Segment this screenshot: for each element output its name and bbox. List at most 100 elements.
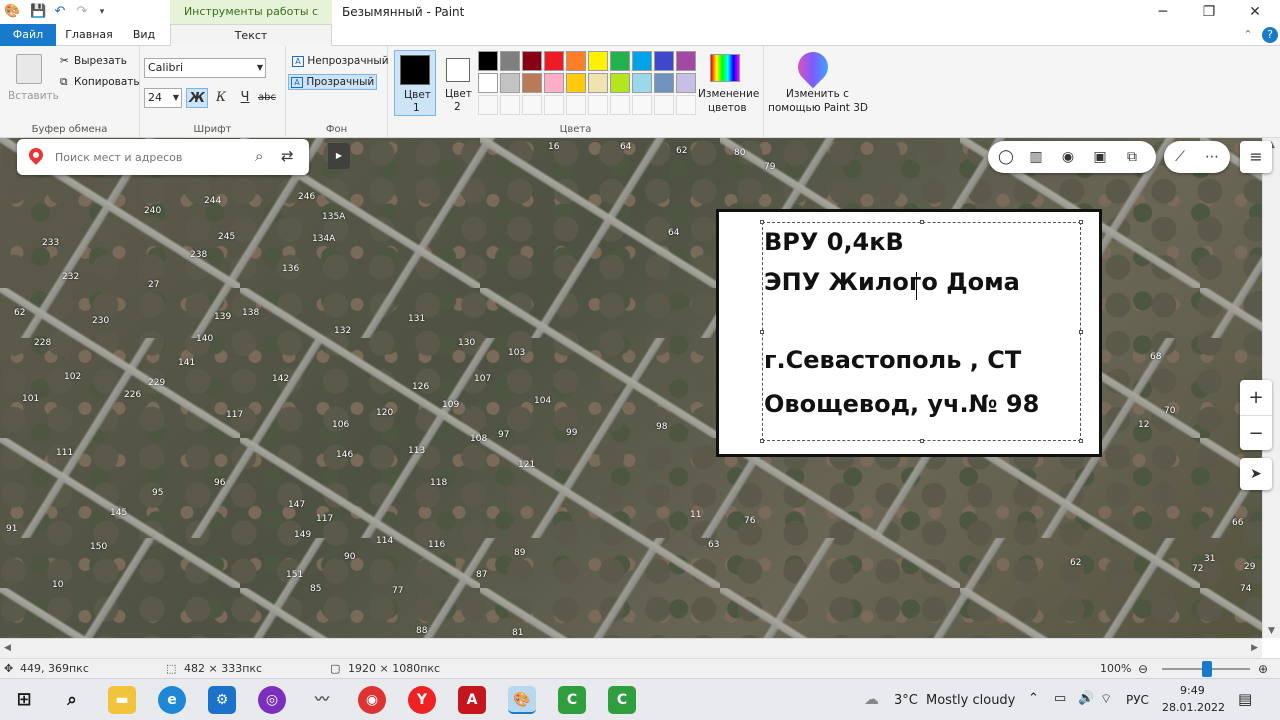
layer-switch-icon[interactable]: ⧉: [1122, 147, 1142, 167]
edge-browser-icon[interactable]: e: [158, 686, 186, 714]
zoom-in-icon[interactable]: +: [1240, 380, 1272, 415]
palette-custom-slot[interactable]: [566, 95, 586, 115]
palette-color-swatch[interactable]: [566, 51, 586, 71]
start-windows-icon[interactable]: ⊞: [10, 686, 38, 714]
label-line-1[interactable]: ВРУ 0,4кВ: [764, 228, 904, 256]
save-icon[interactable]: 💾: [30, 4, 46, 20]
language-indicator[interactable]: РУС: [1126, 693, 1149, 707]
resize-handle[interactable]: [760, 330, 764, 334]
redo-icon[interactable]: ↷: [74, 4, 90, 20]
help-icon[interactable]: ?: [1262, 27, 1278, 43]
palette-custom-slot[interactable]: [654, 95, 674, 115]
underline-button[interactable]: Ч: [234, 88, 256, 108]
strikethrough-button[interactable]: abc: [256, 88, 278, 108]
scroll-left-icon[interactable]: ◀: [4, 643, 11, 653]
network-wifi-icon[interactable]: ⌔: [1100, 691, 1112, 707]
paste-button[interactable]: Вставить: [8, 90, 59, 102]
label-line-2[interactable]: ЭПУ Жилого Дома: [764, 268, 1020, 296]
more-icon[interactable]: ⋯: [1202, 147, 1222, 167]
palette-color-swatch[interactable]: [566, 73, 586, 93]
paint-taskbar-icon[interactable]: 🎨: [508, 686, 536, 714]
palette-custom-slot[interactable]: [544, 95, 564, 115]
paint3d-line1[interactable]: Изменить с: [786, 88, 849, 100]
tab-file[interactable]: Файл: [0, 24, 56, 46]
settings-gear-icon[interactable]: ⚙: [208, 686, 236, 714]
copy-button[interactable]: Копировать: [74, 76, 140, 88]
map-book-icon[interactable]: ▥: [1026, 147, 1046, 167]
palette-custom-slot[interactable]: [610, 95, 630, 115]
edit-colors-line1[interactable]: Изменение: [698, 88, 759, 100]
font-size-select[interactable]: 24 ▼: [144, 88, 182, 108]
ruler-icon[interactable]: ⟋: [1170, 147, 1190, 167]
palette-custom-slot[interactable]: [522, 95, 542, 115]
tab-view[interactable]: Вид: [124, 24, 164, 46]
opaque-option[interactable]: A Непрозрачный: [290, 54, 391, 68]
weather-text[interactable]: Mostly cloudy: [926, 693, 1015, 708]
cut-icon[interactable]: ✂: [60, 55, 69, 67]
paint3d-icon[interactable]: [791, 45, 835, 89]
resize-handle[interactable]: [1079, 330, 1083, 334]
resize-handle[interactable]: [760, 220, 764, 224]
palette-custom-slot[interactable]: [588, 95, 608, 115]
palette-color-swatch[interactable]: [654, 51, 674, 71]
media-player-icon[interactable]: ◎: [258, 686, 286, 714]
palette-color-swatch[interactable]: [478, 51, 498, 71]
weather-temp[interactable]: 3°C: [894, 693, 918, 708]
notifications-icon[interactable]: ▤: [1238, 690, 1252, 708]
resize-handle[interactable]: [760, 439, 764, 443]
tray-overflow-icon[interactable]: ⌃: [1028, 691, 1039, 706]
cut-button[interactable]: Вырезать: [74, 55, 127, 67]
scroll-down-icon[interactable]: ▼: [1268, 626, 1275, 636]
paste-icon[interactable]: [16, 54, 42, 84]
panorama-camera-icon[interactable]: ◉: [1058, 147, 1078, 167]
palette-custom-slot[interactable]: [632, 95, 652, 115]
label-line-4[interactable]: Овощевод, уч.№ 98: [764, 390, 1039, 418]
pdf-reader-icon[interactable]: A: [458, 686, 486, 714]
color1-button[interactable]: Цвет 1: [394, 50, 436, 116]
copy-icon[interactable]: ⧉: [60, 76, 68, 89]
palette-color-swatch[interactable]: [676, 73, 696, 93]
palette-color-swatch[interactable]: [676, 51, 696, 71]
quick-access-dropdown-icon[interactable]: ▾: [94, 4, 110, 20]
route-icon[interactable]: ⇄: [281, 146, 294, 166]
zoom-in-button[interactable]: ⊕: [1258, 661, 1268, 677]
palette-color-swatch[interactable]: [500, 51, 520, 71]
zoom-slider-thumb[interactable]: [1202, 661, 1212, 677]
close-icon[interactable]: ✕: [1232, 0, 1278, 24]
minimize-icon[interactable]: ─: [1140, 0, 1186, 24]
tab-home[interactable]: Главная: [62, 24, 116, 46]
weather-icon[interactable]: ☁: [864, 690, 879, 708]
transit-bus-icon[interactable]: ▣: [1090, 147, 1110, 167]
color2-button[interactable]: Цвет 2: [440, 50, 474, 116]
locate-me-icon[interactable]: ➤: [1240, 458, 1272, 490]
resize-handle[interactable]: [1079, 439, 1083, 443]
palette-color-swatch[interactable]: [544, 51, 564, 71]
bold-button[interactable]: Ж: [186, 88, 208, 108]
palette-custom-slot[interactable]: [500, 95, 520, 115]
record-app-icon[interactable]: ◉: [358, 686, 386, 714]
palette-color-swatch[interactable]: [588, 73, 608, 93]
label-line-3[interactable]: г.Севастополь , СТ: [764, 346, 1021, 374]
layers-icon[interactable]: ◯: [996, 147, 1016, 167]
palette-color-swatch[interactable]: [544, 73, 564, 93]
monitor-icon[interactable]: ▭: [1054, 691, 1066, 706]
palette-color-swatch[interactable]: [522, 73, 542, 93]
map-panel-toggle[interactable]: ▶: [328, 143, 350, 169]
search-icon[interactable]: ⌕: [58, 686, 86, 714]
edit-colors-icon[interactable]: [710, 54, 740, 82]
horizontal-scrollbar[interactable]: ◀ ▶: [0, 638, 1262, 658]
resize-handle[interactable]: [1079, 220, 1083, 224]
palette-color-swatch[interactable]: [478, 73, 498, 93]
cad-app-icon[interactable]: C: [558, 686, 586, 714]
yandex-browser-icon[interactable]: Y: [408, 686, 436, 714]
clock-date[interactable]: 28.01.2022: [1162, 701, 1225, 714]
map-search-box[interactable]: ⌕ ⇄: [17, 139, 309, 175]
palette-color-swatch[interactable]: [610, 73, 630, 93]
palette-color-swatch[interactable]: [654, 73, 674, 93]
palette-color-swatch[interactable]: [632, 51, 652, 71]
search-icon[interactable]: ⌕: [255, 146, 263, 166]
zoom-out-button[interactable]: ⊖: [1138, 661, 1148, 677]
paint3d-line2[interactable]: помощью Paint 3D: [768, 102, 868, 114]
palette-color-swatch[interactable]: [588, 51, 608, 71]
activity-monitor-icon[interactable]: 〰: [308, 686, 336, 714]
